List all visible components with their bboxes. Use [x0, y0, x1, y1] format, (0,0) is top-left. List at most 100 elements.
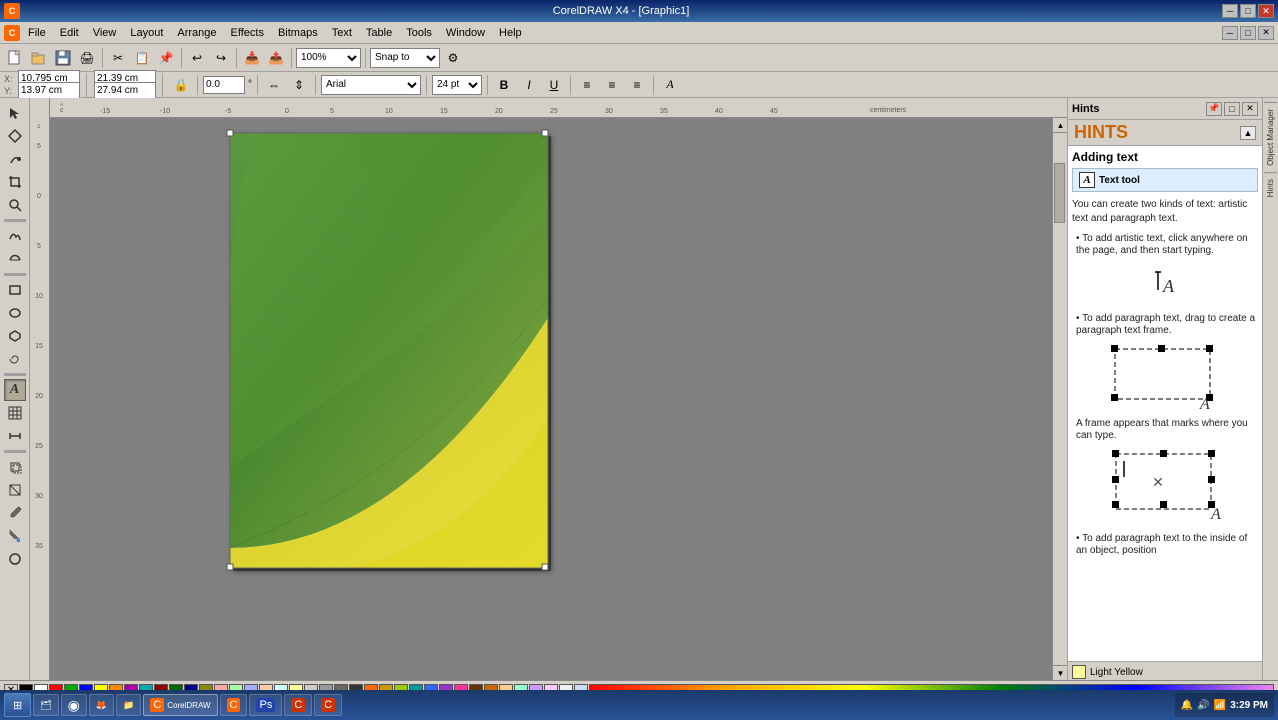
taskbar-chrome[interactable]: ◉ — [61, 694, 87, 716]
separator3 — [236, 48, 237, 68]
taskbar-folder[interactable]: 📁 — [116, 694, 141, 716]
canvas-svg[interactable] — [50, 118, 1052, 680]
cut-button[interactable]: ✂ — [107, 47, 129, 69]
spiral-tool[interactable] — [4, 348, 26, 370]
polygon-tool[interactable] — [4, 325, 26, 347]
y-input[interactable] — [18, 82, 80, 100]
scroll-track-v — [1053, 133, 1067, 665]
menu-table[interactable]: Table — [360, 25, 398, 41]
open-button[interactable] — [28, 47, 50, 69]
taskbar-explorer[interactable]: 🗂 — [33, 694, 58, 716]
object-manager-tab[interactable]: Object Manager — [1264, 102, 1277, 172]
menu-minimize[interactable]: ─ — [1222, 26, 1238, 40]
menu-help[interactable]: Help — [493, 25, 528, 41]
scroll-up-button[interactable]: ▲ — [1053, 118, 1067, 133]
menu-edit[interactable]: Edit — [54, 25, 85, 41]
hints-side-tab[interactable]: Hints — [1264, 172, 1277, 203]
menu-close[interactable]: ✕ — [1258, 26, 1274, 40]
copy-button[interactable]: 📋 — [131, 47, 153, 69]
ellipse-tool[interactable] — [4, 302, 26, 324]
minimize-button[interactable]: ─ — [1222, 4, 1238, 18]
fill-tool[interactable] — [4, 525, 26, 547]
undo-button[interactable]: ↩ — [186, 47, 208, 69]
svg-text:-15: -15 — [100, 108, 110, 115]
smudge-tool[interactable] — [4, 148, 26, 170]
taskbar-photoshop[interactable]: Ps — [249, 694, 282, 716]
align-justify-button[interactable]: ≡ — [626, 74, 648, 96]
svg-text:25: 25 — [35, 443, 43, 450]
char-spacing-button[interactable]: A — [659, 74, 681, 96]
zoom-tool[interactable] — [4, 194, 26, 216]
hints-pin-button[interactable]: 📌 — [1206, 102, 1222, 116]
align-left-button[interactable]: ≡ — [576, 74, 598, 96]
hints-up-button[interactable]: ▲ — [1240, 126, 1256, 140]
zoom-dropdown[interactable]: 100% 50% 75% 150% 200% — [296, 48, 361, 68]
svg-text:45: 45 — [770, 108, 778, 115]
save-button[interactable] — [52, 47, 74, 69]
scroll-thumb-v[interactable] — [1054, 163, 1065, 223]
pick-tool[interactable] — [4, 102, 26, 124]
mirror-v-button[interactable]: ⇕ — [288, 74, 310, 96]
angle-input[interactable] — [203, 76, 245, 94]
hints-close-button[interactable]: ✕ — [1242, 102, 1258, 116]
transparency-tool[interactable] — [4, 479, 26, 501]
taskbar-coreldraw3[interactable]: C — [284, 694, 312, 716]
menu-restore[interactable]: □ — [1240, 26, 1256, 40]
menu-file[interactable]: File — [22, 25, 52, 41]
print-button[interactable]: 🖨 — [76, 47, 98, 69]
menu-view[interactable]: View — [87, 25, 123, 41]
close-button[interactable]: ✕ — [1258, 4, 1274, 18]
dimension-tool[interactable] — [4, 425, 26, 447]
start-button[interactable]: ⊞ — [4, 693, 31, 717]
taskbar-coreldraw4[interactable]: C — [314, 694, 342, 716]
scroll-down-button[interactable]: ▼ — [1053, 665, 1067, 680]
text-tool[interactable]: A — [4, 379, 26, 401]
new-button[interactable] — [4, 47, 26, 69]
smartdraw-tool[interactable] — [4, 248, 26, 270]
shape-tool[interactable] — [4, 125, 26, 147]
taskbar-coreldraw-active[interactable]: C CorelDRAW — [143, 694, 217, 716]
fill-color-box — [1072, 665, 1086, 679]
paste-button[interactable]: 📌 — [155, 47, 177, 69]
svg-text:30: 30 — [35, 493, 43, 500]
menu-window[interactable]: Window — [440, 25, 491, 41]
eyedropper-tool[interactable] — [4, 502, 26, 524]
italic-button[interactable]: I — [518, 74, 540, 96]
outline-pen-tool[interactable] — [4, 548, 26, 570]
menu-arrange[interactable]: Arrange — [171, 25, 222, 41]
freehand-tool[interactable] — [4, 225, 26, 247]
menu-layout[interactable]: Layout — [124, 25, 169, 41]
effects-tool[interactable] — [4, 456, 26, 478]
vertical-scrollbar[interactable]: ▲ ▼ — [1052, 118, 1067, 680]
hints-float-button[interactable]: □ — [1224, 102, 1240, 116]
system-tray: 🔔 🔊 📶 3:29 PM — [1175, 693, 1274, 717]
menu-bitmaps[interactable]: Bitmaps — [272, 25, 324, 41]
svg-text:35: 35 — [35, 543, 43, 550]
export-button[interactable]: 📤 — [265, 47, 287, 69]
align-center-button[interactable]: ≡ — [601, 74, 623, 96]
lock-ratio-button[interactable]: 🔒 — [170, 74, 192, 96]
font-size-dropdown[interactable]: 24 pt 8 pt 12 pt 18 pt 36 pt 48 pt 72 pt — [432, 75, 482, 95]
svg-text:A: A — [1210, 506, 1221, 523]
crop-tool[interactable] — [4, 171, 26, 193]
maximize-button[interactable]: □ — [1240, 4, 1256, 18]
underline-button[interactable]: U — [543, 74, 565, 96]
artistic-text-illustration: A — [1072, 264, 1258, 304]
table-tool[interactable] — [4, 402, 26, 424]
taskbar-firefox[interactable]: 🦊 — [89, 694, 114, 716]
bold-button[interactable]: B — [493, 74, 515, 96]
prop-sep1 — [197, 75, 198, 95]
height-input[interactable] — [94, 82, 156, 100]
menu-tools[interactable]: Tools — [400, 25, 438, 41]
menu-effects[interactable]: Effects — [225, 25, 270, 41]
mirror-h-button[interactable]: ⇔ — [263, 74, 285, 96]
taskbar-coreldraw2[interactable]: C — [220, 694, 248, 716]
rectangle-tool[interactable] — [4, 279, 26, 301]
snap-to-dropdown[interactable]: Snap to Grid Guidelines — [370, 48, 440, 68]
import-button[interactable]: 📥 — [241, 47, 263, 69]
font-name-dropdown[interactable]: Arial — [321, 75, 421, 95]
svg-text:A: A — [1162, 276, 1175, 296]
menu-text[interactable]: Text — [326, 25, 358, 41]
snap-options-button[interactable]: ⚙ — [442, 47, 464, 69]
redo-button[interactable]: ↪ — [210, 47, 232, 69]
